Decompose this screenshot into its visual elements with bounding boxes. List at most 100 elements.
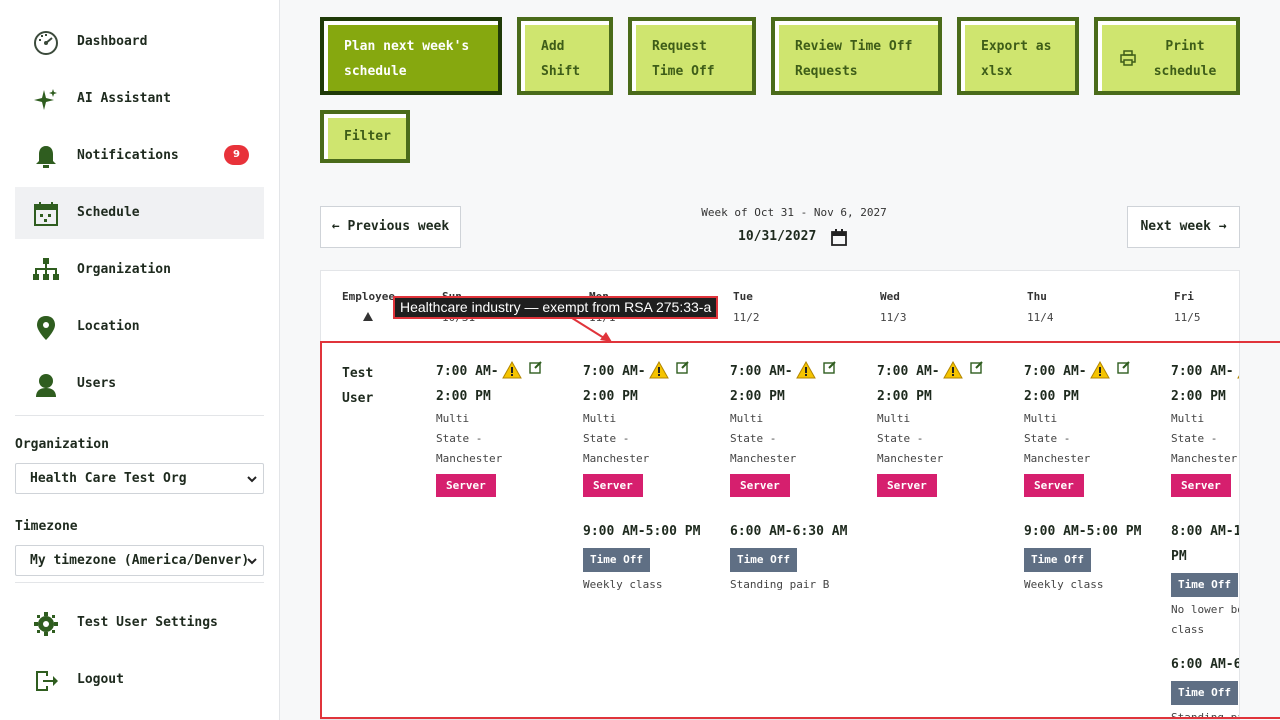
week-date-input[interactable]: 10/31/2027 <box>738 229 816 244</box>
edit-icon[interactable] <box>529 360 543 374</box>
day-cell: 7:00 AM- 2:00 PM Multi State - Mancheste… <box>730 359 870 595</box>
request-time-off-label: Request Time Off <box>652 39 715 79</box>
sidebar-item-ai-assistant[interactable]: AI Assistant <box>15 73 264 125</box>
shift-card[interactable]: 7:00 AM- 2:00 PM Multi State - Mancheste… <box>436 359 576 497</box>
warning-icon[interactable] <box>502 361 522 379</box>
plan-next-week-button[interactable]: Plan next week's schedule <box>320 17 502 95</box>
app-root: Dashboard AI Assistant Notifications 9 S… <box>0 0 1280 720</box>
time-off-note: Weekly class <box>583 578 663 591</box>
role-badge: Server <box>1024 474 1084 497</box>
warning-icon[interactable] <box>649 361 669 379</box>
day-cell: 7:00 AM- 2:00 PM Multi State - Mancheste… <box>1171 359 1240 719</box>
add-shift-button[interactable]: Add Shift <box>517 17 613 95</box>
time-off-card[interactable]: 9:00 AM-5:00 PM Time Off Weekly class <box>1024 519 1164 595</box>
sidebar-item-label: AI Assistant <box>77 91 171 106</box>
map-pin-icon <box>37 316 55 340</box>
warning-icon[interactable] <box>796 361 816 379</box>
sidebar-divider <box>15 415 264 416</box>
sidebar-item-location[interactable]: Location <box>15 301 264 353</box>
time-off-card[interactable]: 6:00 AM-6:30 AM Time Off Standing pair B <box>730 519 870 595</box>
edit-icon[interactable] <box>1117 360 1131 374</box>
shift-location: Multi State - Manchester <box>730 412 797 465</box>
annotation-arrow-icon <box>571 317 612 342</box>
shift-card[interactable]: 7:00 AM- 2:00 PM Multi State - Mancheste… <box>1171 359 1240 497</box>
sidebar-item-dashboard[interactable]: Dashboard <box>15 16 264 68</box>
next-week-label: Next week → <box>1140 219 1227 234</box>
filter-button[interactable]: Filter <box>320 110 410 163</box>
review-time-off-button[interactable]: Review Time Off Requests <box>771 17 942 95</box>
shift-card[interactable]: 7:00 AM- 2:00 PM Multi State - Mancheste… <box>730 359 870 497</box>
time-off-card[interactable]: 6:00 AM-6:30 AM Time Off Standing pair B <box>1171 652 1239 719</box>
logout-label: Logout <box>77 672 124 687</box>
review-time-off-label: Review Time Off Requests <box>795 39 913 79</box>
warning-icon[interactable] <box>1237 361 1240 379</box>
time-off-note: No lower bound class <box>1171 603 1239 636</box>
time-off-time: 8:00 AM-12:00 PM <box>1171 524 1240 564</box>
shift-location: Multi State - Manchester <box>436 412 503 465</box>
sidebar-item-users[interactable]: Users <box>15 358 264 410</box>
day-column-header: Wed 11/3 <box>880 290 907 324</box>
sidebar-item-label: Schedule <box>77 205 140 220</box>
day-column-header: Tue 11/2 <box>733 290 760 324</box>
edit-icon[interactable] <box>970 360 984 374</box>
day-name: Thu <box>1027 290 1047 303</box>
employee-column-header[interactable]: Employee <box>342 290 395 303</box>
print-schedule-label: Print schedule <box>1153 39 1217 79</box>
sidebar-item-label: Users <box>77 376 117 391</box>
calendar-icon <box>34 202 58 226</box>
sidebar-item-schedule[interactable]: Schedule <box>15 187 264 239</box>
organization-select-value: Health Care Test Org <box>30 471 187 486</box>
organization-select[interactable]: Health Care Test Org <box>15 463 264 494</box>
request-time-off-button[interactable]: Request Time Off <box>628 17 756 95</box>
sidebar-item-notifications[interactable]: Notifications 9 <box>15 130 264 182</box>
week-title: Week of Oct 31 - Nov 6, 2027 <box>701 206 887 219</box>
role-badge: Server <box>877 474 937 497</box>
add-shift-label: Add Shift <box>541 39 581 79</box>
time-off-badge: Time Off <box>583 548 650 572</box>
shift-card[interactable]: 7:00 AM- 2:00 PM Multi State - Mancheste… <box>583 359 723 497</box>
sort-ascending-icon[interactable] <box>363 312 373 321</box>
edit-icon[interactable] <box>676 360 690 374</box>
next-week-button[interactable]: Next week → <box>1127 206 1240 248</box>
time-off-badge: Time Off <box>1171 573 1238 597</box>
edit-icon[interactable] <box>823 360 837 374</box>
logout-icon <box>36 671 58 691</box>
filter-label: Filter <box>344 129 391 144</box>
time-off-card[interactable]: 9:00 AM-5:00 PM Time Off Weekly class <box>583 519 723 595</box>
timezone-select[interactable]: My timezone (America/Denver) <box>15 545 264 576</box>
org-chart-icon <box>33 258 59 280</box>
day-date: 11/3 <box>880 311 907 324</box>
user-icon <box>36 374 56 397</box>
sidebar-item-label: Location <box>77 319 140 334</box>
warning-icon[interactable] <box>1090 361 1110 379</box>
shift-card[interactable]: 7:00 AM- 2:00 PM Multi State - Mancheste… <box>1024 359 1164 497</box>
shift-time: 7:00 AM- 2:00 PM <box>1171 364 1234 404</box>
time-off-time: 6:00 AM-6:30 AM <box>1171 657 1239 672</box>
sidebar-item-organization[interactable]: Organization <box>15 244 264 296</box>
day-name: Fri <box>1174 290 1194 303</box>
print-schedule-button[interactable]: Print schedule <box>1094 17 1240 95</box>
export-xlsx-button[interactable]: Export as xlsx <box>957 17 1079 95</box>
settings-link[interactable]: Test User Settings <box>15 597 264 649</box>
logout-link[interactable]: Logout <box>15 654 264 706</box>
shift-location: Multi State - Manchester <box>1024 412 1091 465</box>
previous-week-button[interactable]: ← Previous week <box>320 206 461 248</box>
time-off-badge: Time Off <box>1171 681 1238 705</box>
chevron-down-icon <box>247 476 257 483</box>
role-badge: Server <box>436 474 496 497</box>
dashboard-gauge-icon <box>34 31 58 55</box>
warning-icon[interactable] <box>943 361 963 379</box>
day-date: 11/5 <box>1174 311 1201 324</box>
shift-card[interactable]: 7:00 AM- 2:00 PM Multi State - Mancheste… <box>877 359 1017 497</box>
calendar-picker-icon[interactable] <box>831 229 847 246</box>
day-name: Wed <box>880 290 900 303</box>
role-badge: Server <box>730 474 790 497</box>
employee-name[interactable]: Test User <box>342 361 373 411</box>
shift-location: Multi State - Manchester <box>877 412 944 465</box>
settings-label: Test User Settings <box>77 615 218 630</box>
organization-label: Organization <box>15 437 109 452</box>
time-off-card[interactable]: 8:00 AM-12:00 PM Time Off No lower bound… <box>1171 519 1240 640</box>
sidebar-item-label: Notifications <box>77 148 179 163</box>
timezone-select-value: My timezone (America/Denver) <box>30 553 250 568</box>
day-cell: 7:00 AM- 2:00 PM Multi State - Mancheste… <box>877 359 1017 497</box>
